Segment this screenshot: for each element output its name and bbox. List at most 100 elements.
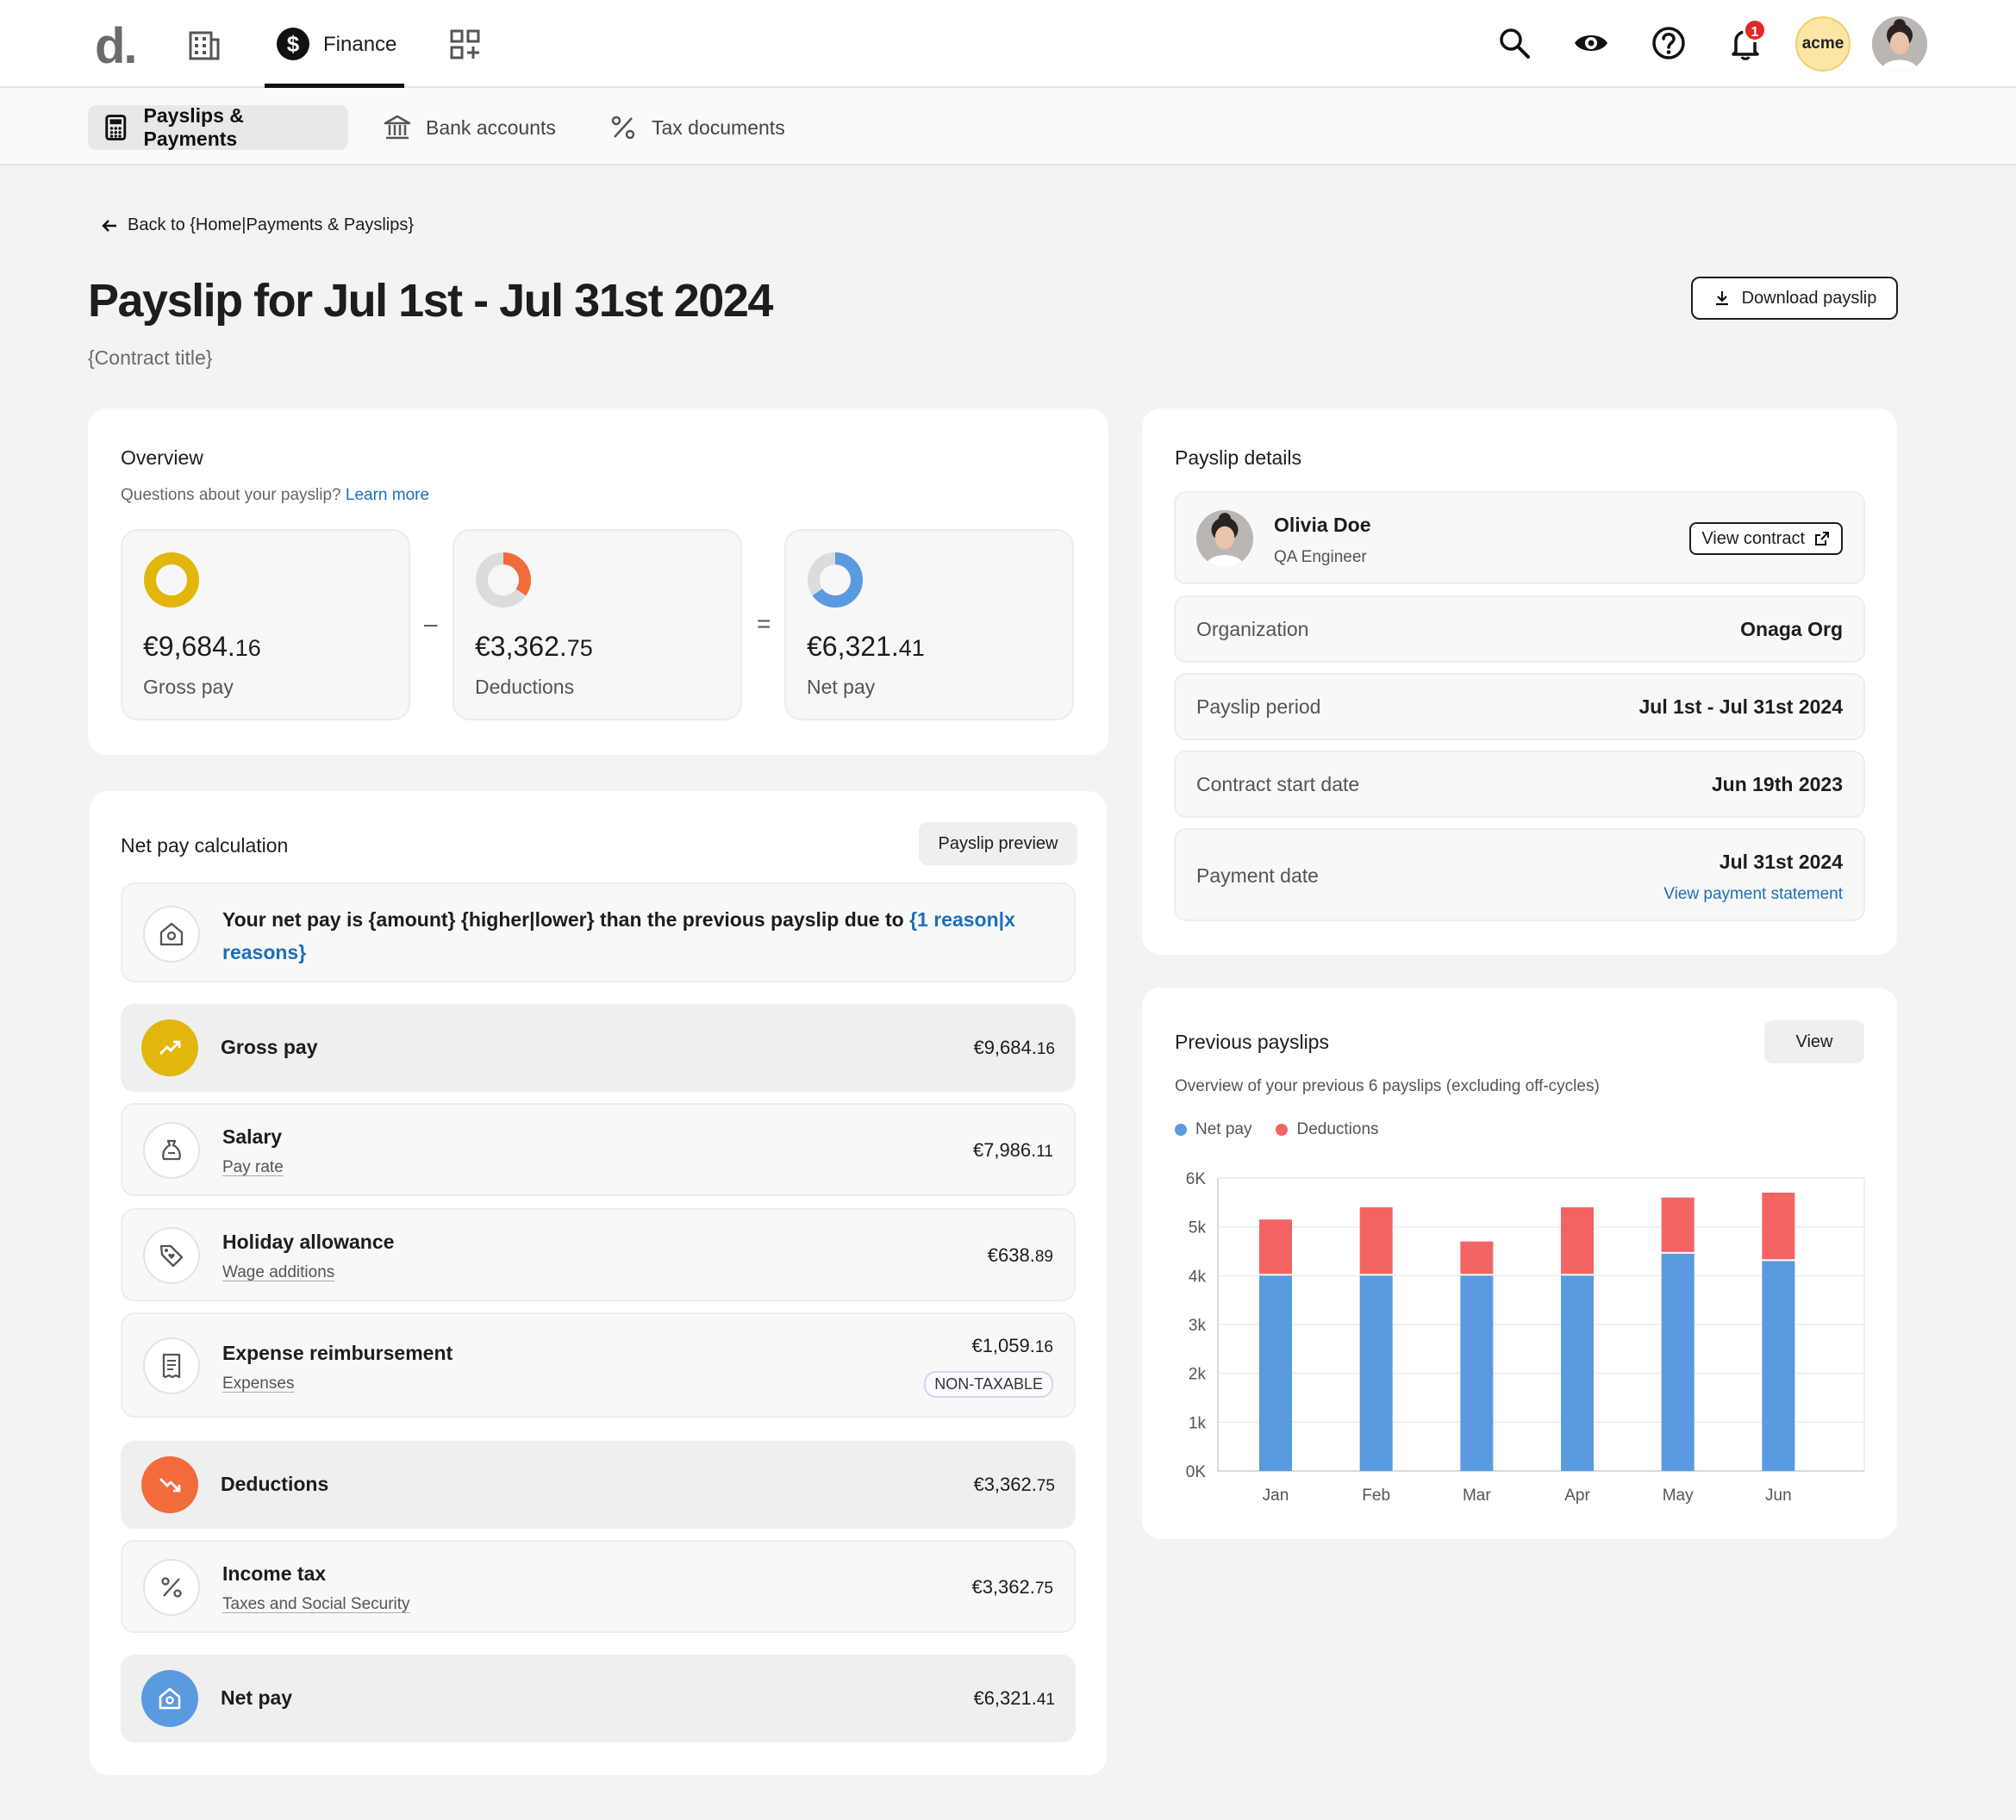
arrow-left-icon [102, 219, 116, 232]
legend-deductions-swatch [1276, 1124, 1289, 1136]
row-category-link[interactable]: Taxes and Social Security [222, 1595, 410, 1614]
building-icon[interactable] [185, 26, 223, 64]
y-tick-label: 2k [1189, 1366, 1207, 1384]
y-tick-label: 0K [1186, 1463, 1207, 1481]
sub-navigation: Payslips & Payments Bank accounts Tax do… [0, 88, 2016, 165]
net-pay-amount: €6,321.41 [807, 631, 925, 663]
money-bag-icon [143, 1122, 200, 1179]
amount-main: €9,684. [143, 631, 235, 662]
nav-finance-tab[interactable]: $ Finance [265, 0, 404, 88]
back-link-label: Back to {Home|Payments & Payslips} [128, 215, 415, 234]
bar-net-pay [1359, 1275, 1393, 1471]
holiday-allowance-row[interactable]: Holiday allowance Wage additions €638.89 [121, 1208, 1076, 1301]
employee-name: Olivia Doe [1274, 514, 1371, 536]
legend-net-pay: Net pay [1175, 1120, 1251, 1139]
row-category-link[interactable]: Wage additions [222, 1263, 334, 1282]
organization-row: Organization Onaga Org [1174, 595, 1865, 663]
house-money-icon [141, 1670, 198, 1727]
bank-icon [384, 115, 411, 140]
top-bar: d. $ Finance 1 acme [0, 0, 2016, 88]
view-previous-button[interactable]: View [1764, 1020, 1864, 1063]
download-payslip-button[interactable]: Download payslip [1691, 277, 1898, 320]
payment-date-row: Payment date Jul 31st 2024 View payment … [1174, 828, 1865, 921]
non-taxable-badge: NON-TAXABLE [924, 1371, 1053, 1398]
income-tax-row[interactable]: Income tax Taxes and Social Security €3,… [121, 1540, 1076, 1633]
legend-net-pay-label: Net pay [1195, 1120, 1252, 1138]
row-amount: €7,986.11 [973, 1139, 1053, 1162]
amount-main: €638. [987, 1244, 1035, 1266]
view-contract-label: View contract [1701, 528, 1805, 548]
amount-cents: 11 [1036, 1143, 1053, 1161]
payslip-preview-button[interactable]: Payslip preview [919, 822, 1077, 865]
amount-cents: 16 [234, 635, 261, 661]
contract-start-value: Jun 19th 2023 [1711, 773, 1843, 795]
tab-tax-documents[interactable]: Tax documents [595, 105, 799, 150]
bar-deductions [1762, 1193, 1795, 1260]
details-title: Payslip details [1175, 446, 1302, 469]
amount-cents: 41 [1036, 1691, 1055, 1709]
row-amount: €3,362.75 [973, 1474, 1055, 1496]
previous-payslips-chart: 0K 1k 2k 3k 4k 5k 6K Jan Feb Mar Apr May Jun [1186, 1170, 1865, 1504]
row-category-link[interactable]: Expenses [222, 1374, 294, 1393]
calculator-icon [105, 115, 127, 140]
net-pay-row[interactable]: Net pay €6,321.41 [121, 1655, 1076, 1742]
notice-text-main: Your net pay is {amount} {higher|lower} … [222, 908, 910, 931]
net-pay-ring-icon [808, 552, 863, 608]
y-tick-label: 6K [1186, 1170, 1207, 1188]
x-tick-label: Jan [1263, 1487, 1289, 1504]
bar-deductions [1460, 1241, 1494, 1275]
legend-net-pay-swatch [1175, 1124, 1187, 1136]
deductions-row[interactable]: Deductions €3,362.75 [121, 1441, 1076, 1529]
bar-deductions [1359, 1207, 1393, 1275]
nav-finance-label: Finance [323, 33, 397, 56]
row-category-link[interactable]: Pay rate [222, 1158, 284, 1177]
equals-sign: = [757, 610, 771, 637]
amount-cents: 75 [1036, 1477, 1055, 1495]
help-icon[interactable] [1650, 24, 1688, 62]
tab-label: Tax documents [652, 115, 785, 139]
view-contract-button[interactable]: View contract [1689, 522, 1843, 555]
company-switcher[interactable]: acme [1795, 16, 1851, 72]
amount-cents: 75 [1034, 1580, 1053, 1598]
gross-pay-row[interactable]: Gross pay €9,684.16 [121, 1004, 1076, 1092]
x-tick-label: Jun [1765, 1487, 1792, 1504]
organization-value: Onaga Org [1740, 618, 1843, 640]
net-pay-change-notice: Your net pay is {amount} {higher|lower} … [121, 882, 1076, 982]
row-amount: €3,362.75 [971, 1576, 1053, 1599]
apps-add-icon[interactable] [446, 26, 484, 64]
expense-reimbursement-row[interactable]: Expense reimbursement Expenses €1,059.16… [121, 1312, 1076, 1418]
minus-sign: – [424, 610, 438, 637]
learn-more-link[interactable]: Learn more [346, 486, 429, 504]
download-icon [1715, 291, 1728, 306]
row-name: Salary [222, 1125, 283, 1148]
gross-pay-label: Gross pay [143, 676, 234, 698]
x-tick-label: Feb [1362, 1487, 1390, 1504]
tab-payslips-payments[interactable]: Payslips & Payments [88, 104, 348, 150]
tab-bank-accounts[interactable]: Bank accounts [369, 105, 570, 150]
external-link-icon [1815, 532, 1829, 545]
row-amount: €9,684.16 [973, 1037, 1055, 1059]
eye-icon[interactable] [1572, 24, 1610, 62]
tag-heart-icon [143, 1227, 200, 1284]
amount-cents: 89 [1034, 1248, 1053, 1266]
view-payment-statement-link[interactable]: View payment statement [1663, 885, 1843, 904]
bar-net-pay [1259, 1275, 1292, 1471]
trend-down-icon [141, 1456, 198, 1513]
user-avatar[interactable] [1872, 16, 1927, 72]
notice-icon-wrap [143, 906, 200, 963]
search-icon[interactable] [1495, 24, 1533, 62]
contract-title: {Contract title} [88, 346, 213, 369]
gross-pay-ring-icon [144, 552, 199, 608]
dollar-icon: $ [277, 28, 309, 60]
amount-main: €7,986. [972, 1139, 1037, 1161]
notification-badge: 1 [1743, 18, 1767, 42]
brand-logo[interactable]: d. [95, 17, 138, 75]
previous-subtitle: Overview of your previous 6 payslips (ex… [1175, 1077, 1600, 1095]
row-name: Holiday allowance [222, 1231, 395, 1253]
x-tick-label: Mar [1463, 1487, 1491, 1504]
back-link[interactable]: Back to {Home|Payments & Payslips} [100, 215, 414, 235]
bar-deductions [1561, 1207, 1594, 1275]
chart-legend: Net pay Deductions [1175, 1120, 1379, 1139]
amount-cents: 16 [1034, 1338, 1053, 1356]
salary-row[interactable]: Salary Pay rate €7,986.11 [121, 1103, 1076, 1196]
